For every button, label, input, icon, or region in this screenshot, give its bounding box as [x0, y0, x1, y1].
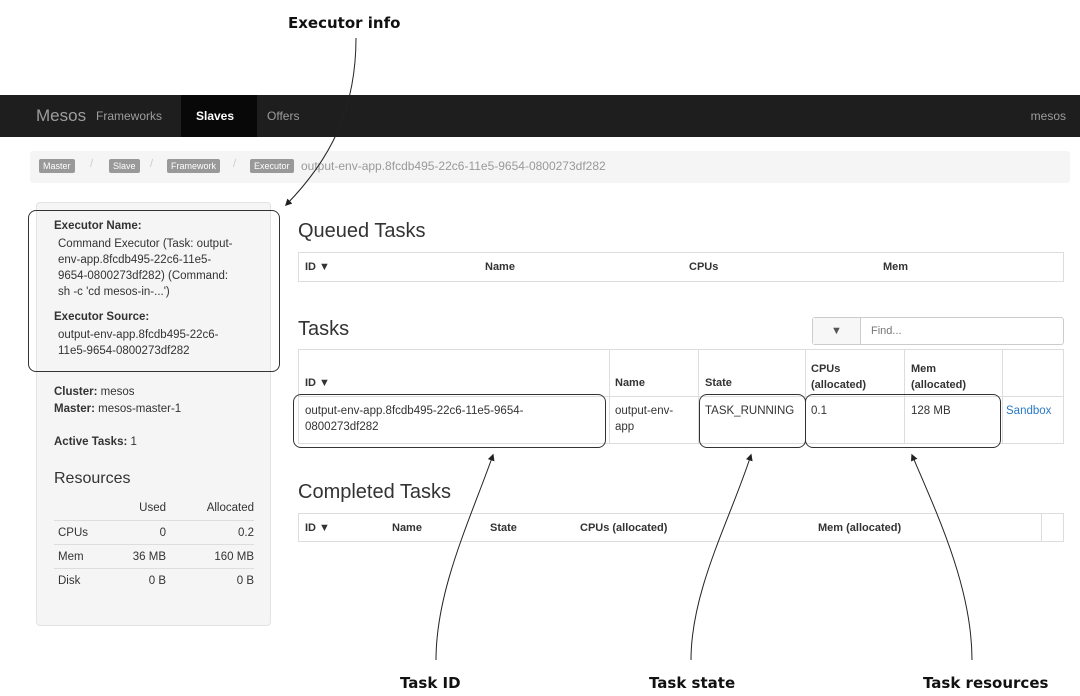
callout-executor-info: Executor info: [288, 14, 401, 32]
completed-tasks-table: ID ▼ Name State CPUs (allocated) Mem (al…: [298, 513, 1064, 542]
queued-header-cpus[interactable]: CPUs: [689, 261, 718, 273]
breadcrumb-master[interactable]: Master: [39, 159, 75, 173]
breadcrumb-executor[interactable]: Executor: [250, 159, 294, 173]
callout-task-id: Task ID: [400, 674, 461, 692]
tasks-header-name[interactable]: Name: [615, 377, 645, 389]
queued-tasks-title: Queued Tasks: [298, 220, 426, 242]
nav-item-slaves[interactable]: Slaves: [181, 95, 257, 137]
executor-name-value: Command Executor (Task: output- env-app.…: [58, 238, 233, 298]
nav-item-frameworks[interactable]: Frameworks: [96, 109, 162, 123]
cluster-label: Cluster:: [54, 386, 98, 398]
task-name-cell: output-env-app: [615, 405, 674, 433]
nav-user[interactable]: mesos: [1031, 109, 1066, 123]
sandbox-link[interactable]: Sandbox: [1006, 403, 1051, 419]
resource-allocated: 160 MB: [214, 551, 254, 563]
resources-header-row: Used Allocated: [54, 496, 254, 520]
cluster-info: Cluster: mesos: [54, 384, 135, 400]
tasks-title: Tasks: [298, 318, 350, 340]
breadcrumb: Master / Slave / Framework / Executor ou…: [30, 151, 1070, 183]
callout-task-resources: Task resources: [923, 674, 1049, 692]
master-value: mesos-master-1: [98, 403, 182, 415]
executor-source-label: Executor Source:: [54, 311, 150, 323]
breadcrumb-separator: /: [150, 158, 154, 170]
active-tasks-label: Active Tasks:: [54, 436, 128, 448]
resources-header-allocated: Allocated: [206, 502, 254, 514]
breadcrumb-framework[interactable]: Framework: [167, 159, 221, 173]
resources-table: Used Allocated CPUs 0 0.2 Mem 36 MB 160 …: [54, 496, 254, 592]
resource-name: Mem: [58, 551, 84, 563]
queued-tasks-table: ID ▼ Name CPUs Mem: [298, 252, 1064, 282]
completed-header-cpus[interactable]: CPUs (allocated): [580, 522, 667, 534]
completed-header-id[interactable]: ID ▼: [305, 522, 330, 534]
queued-header-name[interactable]: Name: [485, 261, 515, 273]
filter-button[interactable]: ▼: [813, 318, 861, 344]
breadcrumb-separator: /: [233, 158, 237, 170]
tasks-header-state[interactable]: State: [705, 377, 732, 389]
nav-item-slaves-label: Slaves: [196, 109, 235, 123]
active-tasks-info: Active Tasks: 1: [54, 434, 137, 450]
master-label: Master:: [54, 403, 95, 415]
find-input[interactable]: [861, 318, 1063, 344]
tasks-header-cpus[interactable]: CPUs (allocated): [811, 361, 866, 393]
queued-header-id[interactable]: ID ▼: [305, 261, 330, 273]
task-id-highlight: [293, 394, 606, 448]
callout-task-state: Task state: [649, 674, 736, 692]
resources-header-used: Used: [139, 502, 166, 514]
task-resources-highlight: [805, 394, 1001, 448]
resource-allocated: 0 B: [236, 575, 254, 587]
breadcrumb-slave[interactable]: Slave: [109, 159, 140, 173]
active-tasks-value: 1: [130, 436, 137, 448]
resource-used: 0 B: [148, 575, 166, 587]
resources-row: Mem 36 MB 160 MB: [54, 544, 254, 568]
executor-source-value: output-env-app.8fcdb495-22c6- 11e5-9654-…: [58, 329, 219, 357]
resources-title: Resources: [54, 470, 131, 487]
resources-row: Disk 0 B 0 B: [54, 568, 254, 592]
task-resources-arrow: [911, 453, 973, 661]
nav-item-offers[interactable]: Offers: [267, 109, 299, 123]
resource-used: 0: [159, 527, 166, 539]
executor-name-label: Executor Name:: [54, 220, 142, 232]
resource-allocated: 0.2: [238, 527, 254, 539]
master-info: Master: mesos-master-1: [54, 401, 181, 417]
resource-name: Disk: [58, 575, 81, 587]
tasks-header-id[interactable]: ID ▼: [305, 377, 330, 389]
resource-used: 36 MB: [132, 551, 166, 563]
resources-row: CPUs 0 0.2: [54, 520, 254, 544]
cluster-value: mesos: [100, 386, 135, 398]
task-state-highlight: [699, 394, 806, 448]
filter-icon: ▼: [831, 325, 842, 337]
queued-header-mem[interactable]: Mem: [883, 261, 908, 273]
completed-header-mem[interactable]: Mem (allocated): [818, 522, 901, 534]
breadcrumb-current: output-env-app.8fcdb495-22c6-11e5-9654-0…: [301, 159, 606, 173]
breadcrumb-separator: /: [90, 158, 94, 170]
completed-header-state[interactable]: State: [490, 522, 517, 534]
column-divider: [1041, 514, 1042, 541]
brand-logo[interactable]: Mesos: [36, 106, 86, 126]
completed-header-name[interactable]: Name: [392, 522, 422, 534]
resource-name: CPUs: [58, 527, 89, 539]
tasks-header-mem[interactable]: Mem (allocated): [911, 361, 966, 393]
top-navbar: Mesos Frameworks Slaves Offers mesos: [0, 95, 1080, 137]
task-state-arrow: [690, 453, 753, 661]
completed-tasks-title: Completed Tasks: [298, 481, 452, 503]
task-filter: ▼: [812, 317, 1064, 345]
